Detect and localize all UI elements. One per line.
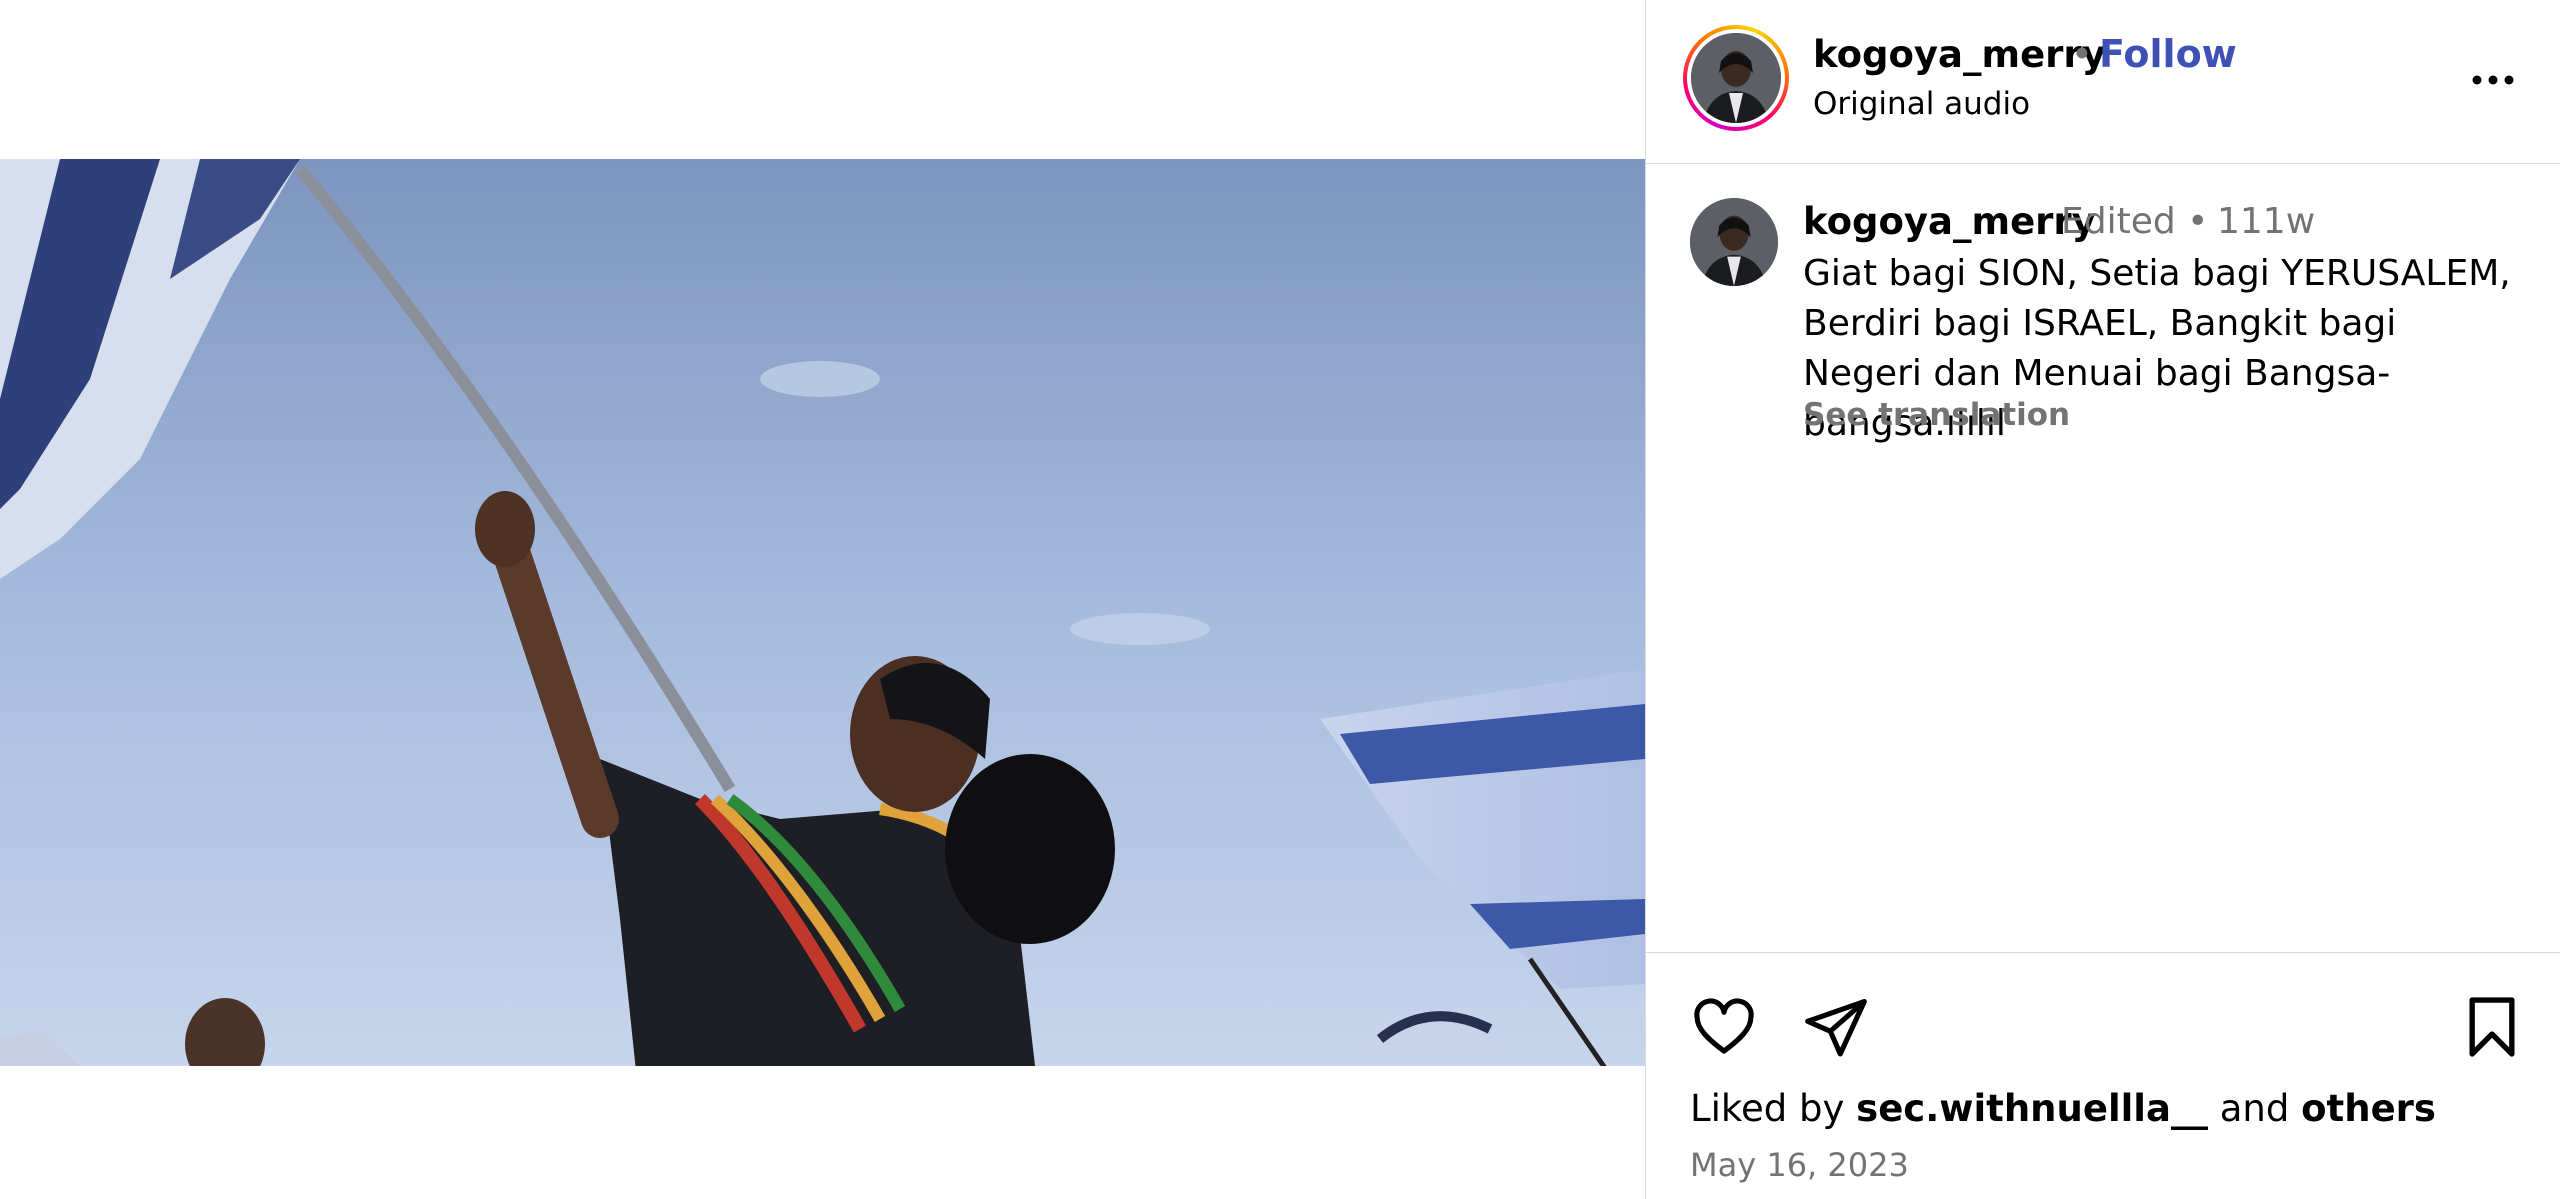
liker-username[interactable]: sec.withnuellla__: [1856, 1087, 2208, 1130]
paper-plane-icon: [1805, 998, 1867, 1057]
like-button[interactable]: [1690, 993, 1758, 1061]
more-options-button[interactable]: [2468, 60, 2518, 100]
video-frame-image: [0, 159, 1645, 1066]
heart-icon: [1694, 998, 1754, 1054]
see-translation-link[interactable]: See translation: [1803, 397, 2070, 433]
likes-and: and: [2219, 1087, 2290, 1130]
likes-others-link[interactable]: others: [2301, 1087, 2436, 1130]
separator-dot: •: [2071, 33, 2093, 76]
header-username[interactable]: kogoya_merry: [1813, 33, 2106, 76]
follow-button[interactable]: Follow: [2099, 32, 2237, 76]
post-age[interactable]: 111w: [2217, 201, 2315, 242]
post-sidebar: kogoya_merry • Follow Original audio kog…: [1645, 0, 2560, 1199]
likes-prefix: Liked by: [1690, 1087, 1845, 1130]
audio-label[interactable]: Original audio: [1813, 86, 2030, 122]
reel-video[interactable]: [0, 159, 1645, 1066]
media-pane: [0, 0, 1645, 1199]
edited-label: Edited •: [2061, 201, 2209, 242]
avatar: [1691, 33, 1781, 123]
share-button[interactable]: [1802, 993, 1870, 1061]
bookmark-icon: [2469, 997, 2515, 1057]
save-button[interactable]: [2458, 993, 2526, 1061]
caption-avatar[interactable]: [1690, 198, 1778, 286]
likes-summary: Liked by sec.withnuellla__ and others: [1690, 1087, 2436, 1130]
post-date[interactable]: May 16, 2023: [1690, 1146, 1909, 1184]
avatar-inner-ring: [1687, 29, 1785, 127]
profile-avatar-with-story-ring[interactable]: [1683, 25, 1789, 131]
caption-username[interactable]: kogoya_merry: [1803, 200, 2096, 243]
more-options-icon: [2472, 75, 2514, 85]
actions-divider: [1646, 952, 2560, 953]
post-header: kogoya_merry • Follow Original audio: [1646, 0, 2560, 164]
